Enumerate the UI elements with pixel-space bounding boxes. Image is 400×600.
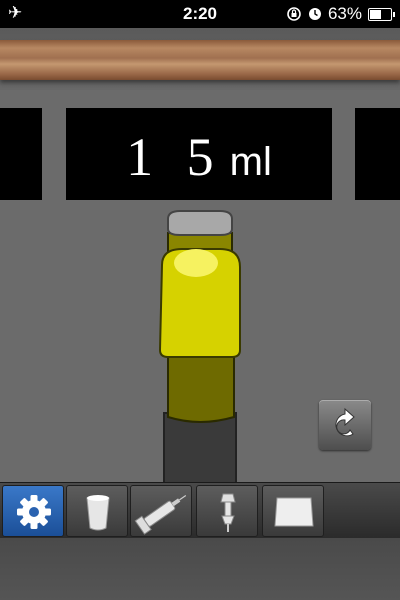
rotate-icon [335,407,355,437]
settings-tool-button[interactable] [2,485,64,537]
wooden-shelf [0,40,400,80]
next-volume-panel[interactable] [355,108,400,200]
syringe-tool-button[interactable] [130,485,192,537]
vial-base [163,412,237,485]
alarm-icon [308,8,321,20]
vial[interactable] [150,205,250,485]
tray-icon [274,497,314,527]
reset-button[interactable] [319,400,371,450]
volume-value: 1 5 [126,127,224,187]
gear-icon [17,495,51,529]
vial-highlight [174,249,218,277]
dropper-tool-button[interactable] [196,485,258,537]
vial-cap [167,210,233,236]
dropper-icon [220,493,236,532]
cup-icon [86,495,110,531]
cup-tool-button[interactable] [66,485,128,537]
status-bar: ✈ 2:20 63% [0,0,400,28]
toolbar [0,482,400,539]
vial-liquid [167,354,235,423]
battery-icon [368,7,395,21]
previous-volume-panel[interactable] [0,108,42,200]
tray-tool-button[interactable] [262,485,324,537]
volume-display: 1 5 ml [66,108,332,200]
rotation-lock-icon [287,7,301,21]
bottom-area [0,538,400,600]
volume-unit: ml [229,140,272,184]
syringe-icon [134,494,187,535]
battery-level [370,9,381,19]
battery-percentage: 63% [327,4,362,23]
